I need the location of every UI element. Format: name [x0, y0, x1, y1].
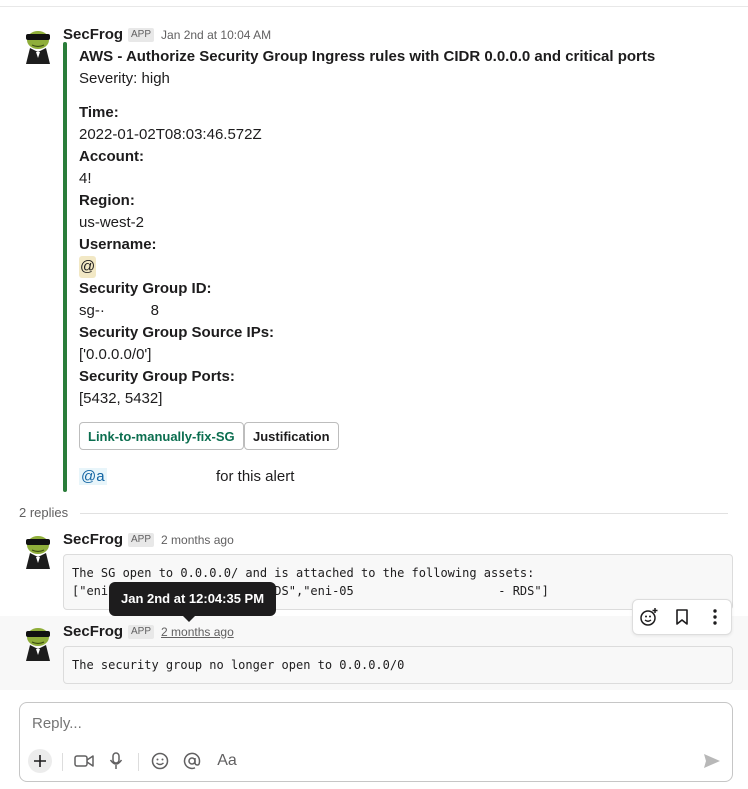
alert-message: SecFrog APP Jan 2nd at 10:04 AM AWS - Au… [0, 0, 748, 500]
video-icon[interactable] [72, 749, 96, 773]
account-label: Account: [79, 148, 144, 165]
time-value: 2022-01-02T08:03:46.572Z [79, 126, 262, 143]
account-value: 4! [79, 170, 92, 187]
mic-icon[interactable] [104, 749, 128, 773]
more-icon[interactable] [703, 605, 727, 629]
sender-name[interactable]: SecFrog [63, 531, 123, 548]
format-icon[interactable]: Aa [213, 749, 241, 773]
mention-suffix: for this alert [216, 468, 295, 485]
replies-divider [80, 513, 728, 514]
time-label: Time: [79, 104, 119, 121]
secfrog-avatar[interactable] [22, 26, 54, 64]
message-timestamp[interactable]: Jan 2nd at 10:04 AM [161, 28, 271, 42]
emoji-icon[interactable] [148, 749, 172, 773]
user-mention[interactable]: @a [79, 468, 107, 485]
reply-header: SecFrog APP 2 months ago [63, 623, 234, 640]
secfrog-avatar[interactable] [22, 531, 54, 569]
justification-button[interactable]: Justification [244, 422, 339, 450]
reply-composer: Aa [19, 702, 733, 782]
sg-ips-label: Security Group Source IPs: [79, 324, 275, 341]
app-badge: APP [128, 624, 155, 639]
message-actions [632, 599, 732, 635]
mention-icon[interactable] [180, 749, 204, 773]
reply-count[interactable]: 2 replies [19, 505, 68, 520]
reply-timestamp[interactable]: 2 months ago [161, 533, 234, 547]
attachment-bar [63, 42, 67, 492]
send-icon[interactable] [700, 749, 724, 773]
username-mention[interactable]: @ [79, 256, 97, 278]
sg-id-label: Security Group ID: [79, 280, 212, 297]
sender-name[interactable]: SecFrog [63, 26, 123, 43]
reply-timestamp[interactable]: 2 months ago [161, 625, 234, 639]
sg-ports-value: [5432, 5432] [79, 390, 163, 407]
alert-severity: Severity: high [79, 70, 170, 87]
alert-body: AWS - Authorize Security Group Ingress r… [79, 46, 655, 410]
region-value: us-west-2 [79, 214, 145, 231]
app-badge: APP [128, 532, 155, 547]
sg-id-value: sg-· 8 [79, 302, 160, 319]
toolbar-separator [62, 753, 63, 771]
reply-code-block: The security group no longer open to 0.0… [63, 646, 733, 684]
secfrog-avatar[interactable] [22, 623, 54, 661]
alert-title: AWS - Authorize Security Group Ingress r… [79, 48, 656, 65]
link-to-fix-button[interactable]: Link-to-manually-fix-SG [79, 422, 244, 450]
bookmark-icon[interactable] [670, 605, 694, 629]
sg-ports-label: Security Group Ports: [79, 368, 235, 385]
app-badge: APP [128, 27, 155, 42]
reply-header: SecFrog APP 2 months ago [63, 531, 234, 548]
region-label: Region: [79, 192, 135, 209]
toolbar-separator [138, 753, 139, 771]
sg-ips-value: ['0.0.0.0/0'] [79, 346, 152, 363]
sender-name[interactable]: SecFrog [63, 623, 123, 640]
reply-input[interactable] [32, 715, 692, 732]
username-label: Username: [79, 236, 157, 253]
plus-icon[interactable] [28, 749, 52, 773]
add-reaction-icon[interactable] [637, 605, 661, 629]
alert-header: SecFrog APP Jan 2nd at 10:04 AM [63, 26, 271, 43]
timestamp-tooltip: Jan 2nd at 12:04:35 PM [109, 582, 277, 622]
